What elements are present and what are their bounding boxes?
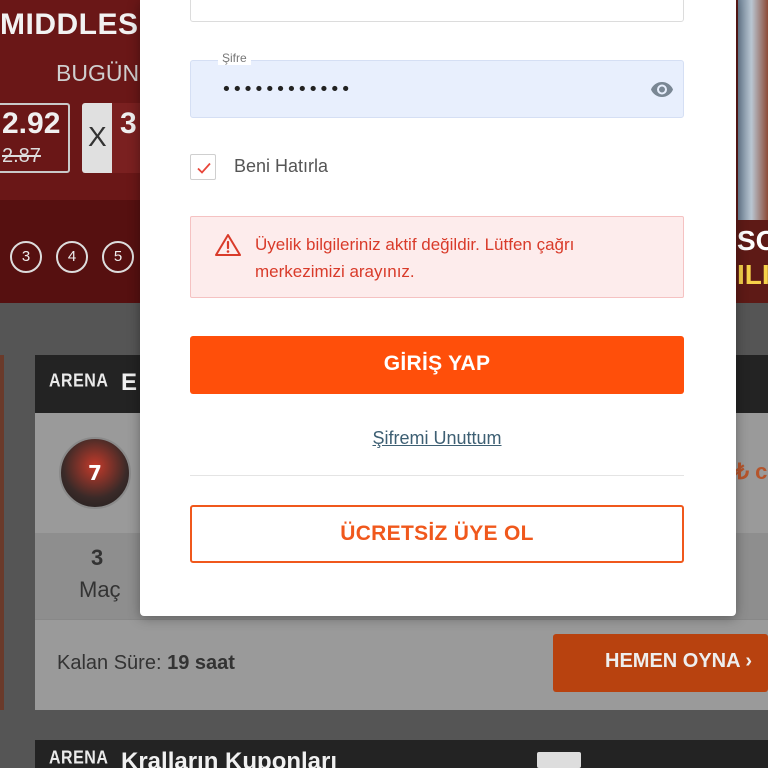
odd-draw-button[interactable]: X 3 — [82, 103, 142, 173]
divider — [190, 475, 684, 476]
arena-logo-2: ARENA — [49, 748, 109, 768]
remember-me-label: Beni Hatırla — [234, 156, 329, 176]
odd-x-label: X — [88, 121, 107, 152]
eye-icon[interactable] — [649, 77, 675, 101]
error-alert: Üyelik bilgileriniz aktif değildir. Lütf… — [190, 216, 684, 298]
pager-dot-5[interactable]: 5 — [102, 241, 134, 273]
match-date-label: BUGÜN — [56, 60, 140, 86]
matches-count: 3 — [91, 545, 104, 570]
register-button[interactable]: ÜCRETSİZ ÜYE OL — [190, 505, 684, 563]
hero-player-image — [738, 0, 768, 220]
arena-logo: ARENA — [49, 371, 109, 392]
error-message: Üyelik bilgileriniz aktif değildir. Lütf… — [255, 235, 575, 281]
login-button[interactable]: GİRİŞ YAP — [190, 336, 684, 394]
password-value: •••••••••••• — [221, 79, 352, 100]
login-button-label: GİRİŞ YAP — [383, 352, 491, 375]
left-card-edge — [0, 355, 4, 710]
odd-home-button[interactable]: 2.92 2.87 — [0, 103, 70, 173]
pager-dot-4[interactable]: 4 — [56, 241, 88, 273]
avatar: 7 — [59, 437, 131, 509]
avatar-number: 7 — [88, 461, 102, 485]
play-now-button[interactable]: HEMEN OYNA › — [553, 634, 768, 692]
card-amount: ₺ c — [735, 459, 768, 484]
login-modal: 5551555571 •••••••••••• Şifre Beni Hatır… — [140, 0, 736, 616]
matches-label: Maç — [79, 577, 121, 602]
warning-icon — [215, 234, 241, 256]
phone-input[interactable]: 5551555571 — [190, 0, 684, 22]
arena-card-title: E — [121, 369, 138, 396]
checkbox-box[interactable] — [190, 154, 216, 180]
password-input[interactable]: •••••••••••• — [190, 60, 684, 118]
remaining-value: 19 saat — [167, 652, 235, 674]
check-icon — [197, 162, 211, 174]
promo-text: SO ILI — [737, 224, 768, 292]
promo-line-1: SO — [737, 225, 768, 256]
odd-next-value: 3 — [120, 107, 137, 140]
kings-coupons-badge — [537, 752, 581, 768]
kings-coupons-card: ARENA Kralların Kuponları — [35, 740, 768, 768]
forgot-password-link[interactable]: Şifremi Unuttum — [190, 428, 684, 449]
password-label: Şifre — [218, 51, 251, 65]
kings-coupons-title: Kralların Kuponları — [121, 748, 338, 768]
odd-current-value: 2.92 — [2, 107, 61, 140]
promo-line-2: ILI — [737, 259, 768, 290]
register-button-label: ÜCRETSİZ ÜYE OL — [340, 522, 534, 545]
play-now-label: HEMEN OYNA › — [605, 650, 753, 672]
phone-value: 5551555571 — [221, 0, 320, 1]
remaining-label: Kalan Süre: — [57, 652, 162, 674]
card-footer: Kalan Süre: 19 saat HEMEN OYNA › — [35, 619, 768, 710]
remaining-time: Kalan Süre: 19 saat — [57, 652, 235, 675]
team-name: MIDDLES — [0, 8, 139, 41]
odd-old-value: 2.87 — [2, 145, 41, 167]
pager-dot-3[interactable]: 3 — [10, 241, 42, 273]
